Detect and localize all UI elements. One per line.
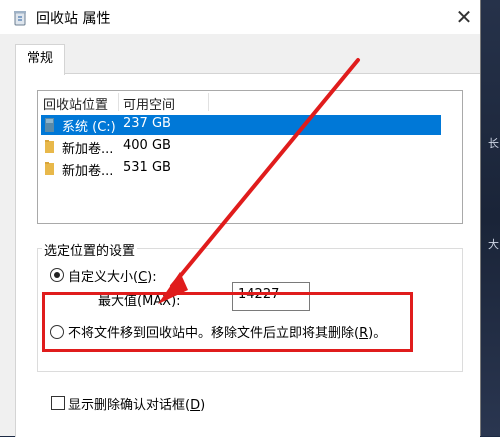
desktop-text: 大 xyxy=(488,238,499,251)
custom-size-radio[interactable] xyxy=(50,268,64,282)
location-name: 新加卷... xyxy=(62,142,114,157)
recycle-bin-icon xyxy=(14,11,26,26)
folder-icon xyxy=(45,140,54,153)
column-divider[interactable] xyxy=(208,93,209,111)
list-item[interactable]: 新加卷... 400 GB xyxy=(41,137,441,157)
delete-immediately-label[interactable]: 不将文件移到回收站中。移除文件后立即将其删除(R)。 xyxy=(68,322,386,341)
desktop-background xyxy=(480,0,500,436)
free-space: 531 GB xyxy=(123,160,171,175)
column-header-free-space[interactable]: 可用空间 xyxy=(123,94,175,113)
column-divider[interactable] xyxy=(118,93,119,111)
delete-immediately-radio[interactable] xyxy=(50,325,64,339)
folder-icon xyxy=(45,162,54,175)
drive-icon xyxy=(45,118,54,132)
free-space: 237 GB xyxy=(123,116,171,131)
column-header-location[interactable]: 回收站位置 xyxy=(43,94,108,113)
title-bar[interactable]: 回收站 属性 ✕ xyxy=(0,0,480,34)
location-name: 系统 (C:) xyxy=(62,120,116,135)
max-size-input[interactable]: 14227 xyxy=(232,282,310,311)
desktop-text: 长 xyxy=(488,137,499,150)
tab-general[interactable]: 常规 xyxy=(15,44,65,75)
list-header: 回收站位置 可用空间 xyxy=(38,91,462,113)
list-item[interactable]: 系统 (C:) 237 GB xyxy=(41,115,441,135)
list-item[interactable]: 新加卷... 531 GB xyxy=(41,159,441,179)
max-size-label: 最大值(MAX): xyxy=(98,294,181,309)
location-name: 新加卷... xyxy=(62,164,114,179)
confirm-delete-label[interactable]: 显示删除确认对话框(D) xyxy=(68,394,205,413)
custom-size-label[interactable]: 自定义大小(C): xyxy=(68,266,157,285)
free-space: 400 GB xyxy=(123,138,171,153)
recycle-location-list[interactable]: 回收站位置 可用空间 系统 (C:) 237 GB 新加卷... 400 GB xyxy=(37,90,463,224)
group-title: 选定位置的设置 xyxy=(42,240,138,259)
close-icon: ✕ xyxy=(455,5,473,29)
confirm-delete-checkbox[interactable] xyxy=(51,396,65,410)
recycle-bin-properties-dialog: 回收站 属性 ✕ 常规 回收站位置 可用空间 系统 (C:) 237 GB 新加… xyxy=(0,0,481,437)
close-button[interactable]: ✕ xyxy=(448,0,480,34)
window-title: 回收站 属性 xyxy=(36,11,111,27)
